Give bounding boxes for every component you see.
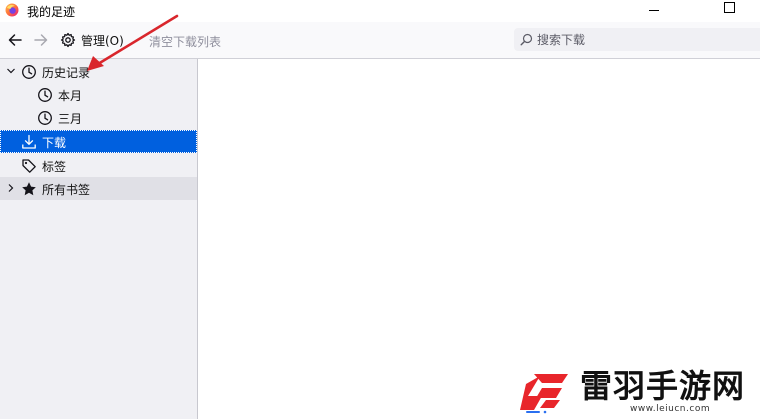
- window-title: 我的足迹: [27, 5, 76, 19]
- maximize-icon: [724, 2, 735, 13]
- organize-label: 管理(O): [81, 33, 124, 48]
- title-bar: 我的足迹: [0, 0, 760, 22]
- sidebar-item-label: 历史记录: [42, 66, 91, 80]
- clock-icon: [22, 65, 36, 79]
- library-window: 我的足迹 管理(O) 清空下载列表 搜索下载 历史记录 本月 三月 下载 标签 …: [0, 0, 760, 419]
- firefox-logo-icon: [5, 3, 19, 17]
- sidebar-item-label: 下载: [42, 136, 67, 150]
- download-icon: [22, 134, 36, 149]
- organize-button[interactable]: 管理(O): [60, 29, 124, 51]
- places-sidebar: 历史记录 本月 三月 下载 标签 所有书签: [0, 59, 198, 419]
- sidebar-item-tags[interactable]: 标签: [0, 154, 197, 177]
- sidebar-item-all-bookmarks[interactable]: 所有书签: [0, 177, 197, 200]
- clock-icon: [38, 111, 52, 125]
- minimize-icon: [649, 10, 659, 11]
- chevron-down-icon[interactable]: [6, 66, 16, 76]
- chevron-right-icon[interactable]: [6, 183, 16, 193]
- sidebar-item-this-month[interactable]: 本月: [0, 83, 197, 106]
- star-icon: [22, 182, 36, 196]
- gear-icon: [60, 32, 76, 48]
- clock-icon: [38, 88, 52, 102]
- back-arrow-icon[interactable]: [5, 30, 25, 50]
- minimize-button[interactable]: [632, 0, 676, 22]
- sidebar-item-history[interactable]: 历史记录: [0, 60, 197, 83]
- library-toolbar: 管理(O) 清空下载列表: [0, 22, 760, 59]
- maximize-button[interactable]: [704, 0, 748, 22]
- forward-arrow-icon[interactable]: [31, 30, 51, 50]
- sidebar-item-label: 三月: [58, 112, 83, 126]
- site-name: 雷羽手游网: [580, 367, 746, 405]
- search-box[interactable]: [514, 28, 760, 51]
- sidebar-item-label: 标签: [42, 160, 67, 174]
- site-logo-icon: [520, 374, 568, 414]
- search-input[interactable]: [537, 32, 737, 47]
- sidebar-item-label: 本月: [58, 89, 83, 103]
- sidebar-item-march[interactable]: 三月: [0, 106, 197, 129]
- search-icon: [520, 33, 533, 46]
- tag-icon: [22, 159, 36, 173]
- site-watermark: 雷羽手游网 www.leiucn.com: [508, 364, 760, 419]
- clear-downloads-button[interactable]: 清空下载列表: [149, 33, 221, 50]
- sidebar-item-downloads[interactable]: 下载: [0, 130, 197, 153]
- site-url: www.leiucn.com: [630, 404, 711, 414]
- sidebar-item-label: 所有书签: [42, 183, 91, 197]
